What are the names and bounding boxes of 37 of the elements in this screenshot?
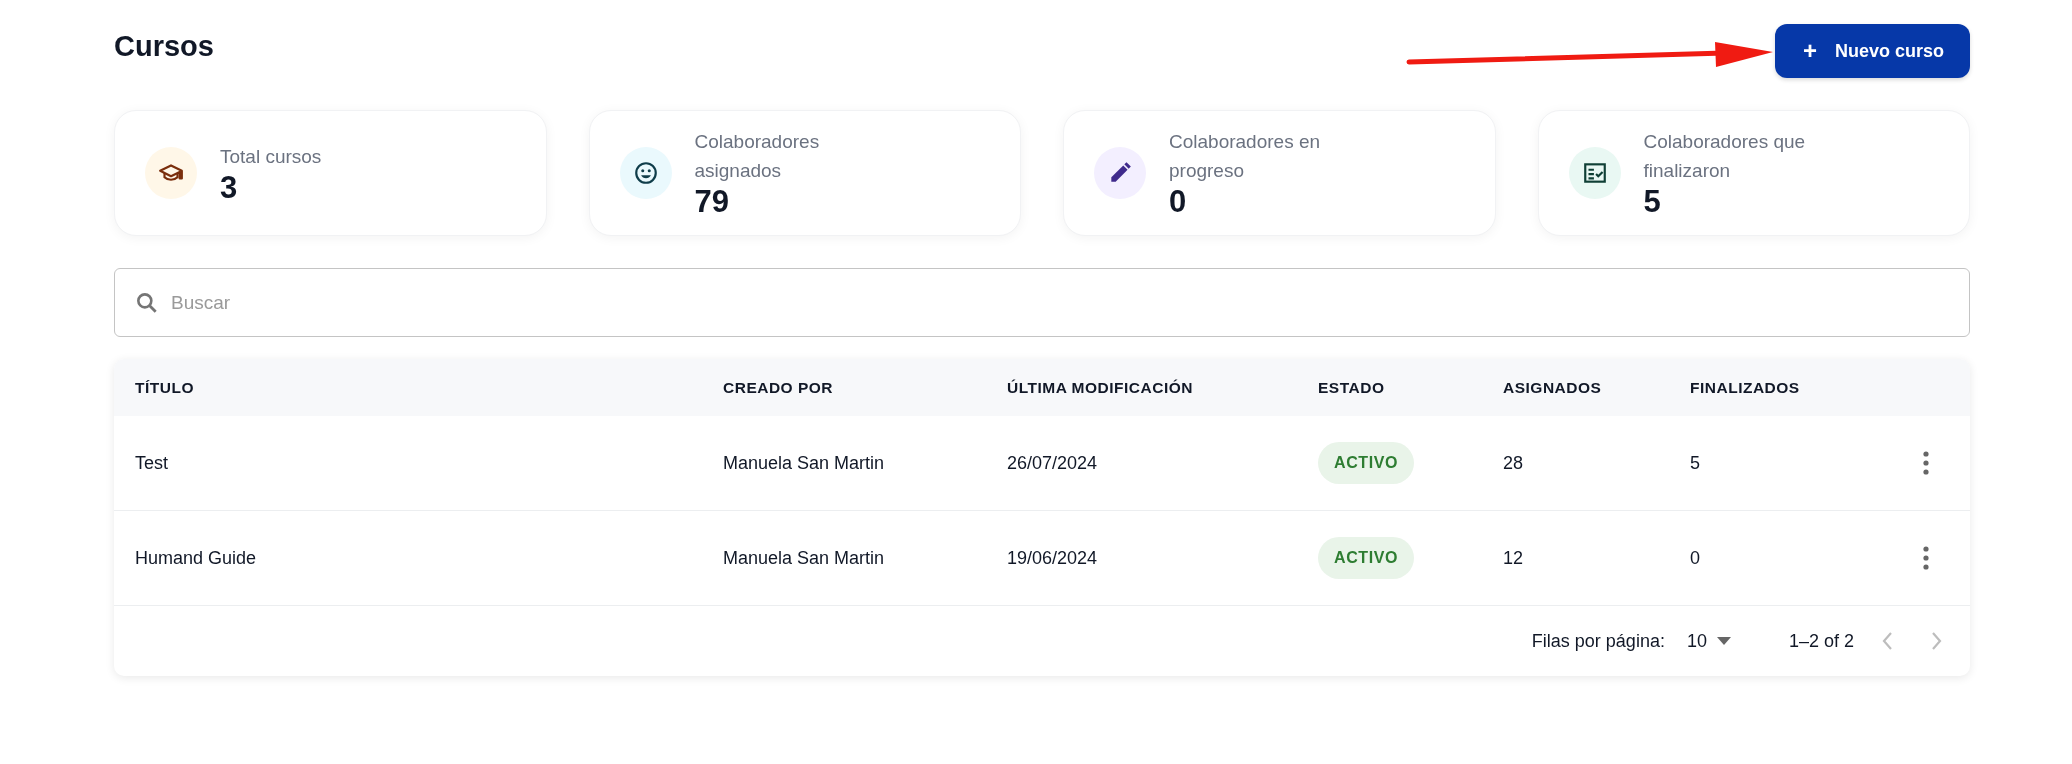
more-options-icon[interactable] [1921,545,1931,571]
stat-value: 0 [1169,185,1188,219]
column-header: TÍTULO [134,378,195,397]
stat-label: Colaboradores que finalizaron [1643,130,1807,183]
rows-per-page-select[interactable]: 10 [1686,630,1731,652]
course-title: Humand Guide [134,547,258,569]
creator-name: Manuela San Martin [722,547,886,569]
stat-value: 5 [1643,185,1662,219]
column-header: ASIGNADOS [1502,378,1603,397]
search-field[interactable]: Buscar [114,268,1970,337]
finished-count: 5 [1689,452,1701,474]
column-header: ÚLTIMA MODIFICACIÓN [1006,378,1194,397]
course-title: Test [134,452,169,474]
page-title: Cursos [114,29,214,64]
assigned-count: 28 [1502,452,1525,474]
stat-label: Colaboradores en progreso [1169,130,1322,183]
page-range: 1–2 of 2 [1788,630,1854,652]
column-header: FINALIZADOS [1689,378,1801,397]
stat-label: Colaboradores asignados [694,130,821,183]
assigned-count: 12 [1502,547,1525,569]
stat-label: Total cursos [220,144,322,169]
creator-name: Manuela San Martin [722,452,886,474]
column-header: ESTADO [1317,378,1386,397]
stat-value: 3 [220,170,239,205]
rows-per-page-label: Filas por página: [1531,630,1665,652]
column-header: CREADO POR [722,378,835,397]
modified-date: 19/06/2024 [1006,547,1099,569]
more-options-icon[interactable] [1921,450,1931,476]
status-badge: ACTIVO [1318,442,1415,484]
new-course-button[interactable]: + Nuevo curso [1774,24,1970,78]
graduation-cap-icon [145,147,197,199]
stat-value: 79 [694,185,730,219]
finished-count: 0 [1689,547,1701,569]
pencil-icon [1094,147,1146,199]
modified-date: 26/07/2024 [1006,452,1099,474]
status-badge: ACTIVO [1318,537,1415,579]
caret-icon [1716,637,1731,645]
